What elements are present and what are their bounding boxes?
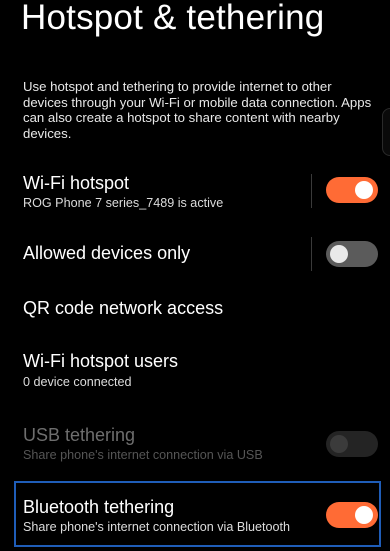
toggle-knob [330,435,348,453]
bluetooth-tethering-row[interactable]: Bluetooth tethering Share phone's intern… [0,490,390,542]
allowed-devices-toggle[interactable] [326,241,378,267]
page-title: Hotspot & tethering [21,0,325,37]
usb-tethering-title: USB tethering [23,425,136,445]
wifi-hotspot-toggle[interactable] [326,177,378,203]
allowed-devices-title: Allowed devices only [23,243,191,263]
toggle-knob [355,181,373,199]
toggle-knob [355,506,373,524]
bluetooth-tethering-title: Bluetooth tethering [23,497,175,517]
wifi-hotspot-status: ROG Phone 7 series_7489 is active [23,196,224,210]
bluetooth-tethering-toggle[interactable] [326,502,378,528]
wifi-hotspot-row[interactable]: Wi-Fi hotspot ROG Phone 7 series_7489 is… [0,166,390,216]
row-divider [311,174,312,208]
wifi-hotspot-title: Wi-Fi hotspot [23,173,130,193]
allowed-devices-row[interactable]: Allowed devices only [0,232,390,276]
usb-tethering-subtitle: Share phone's internet connection via US… [23,448,263,462]
qr-code-row[interactable]: QR code network access [0,290,390,330]
toggle-knob [330,245,348,263]
edge-panel-handle [382,108,390,156]
settings-screen: Hotspot & tethering Use hotspot and teth… [0,0,390,551]
row-divider [311,237,312,271]
hotspot-users-title: Wi-Fi hotspot users [23,351,179,371]
usb-tethering-toggle [326,431,378,457]
usb-tethering-row: USB tethering Share phone's internet con… [0,420,390,468]
hotspot-users-count: 0 device connected [23,375,132,389]
hotspot-users-row[interactable]: Wi-Fi hotspot users 0 device connected [0,346,390,394]
page-description: Use hotspot and tethering to provide int… [23,79,372,141]
bluetooth-tethering-subtitle: Share phone's internet connection via Bl… [23,520,291,534]
qr-code-title: QR code network access [23,298,224,318]
